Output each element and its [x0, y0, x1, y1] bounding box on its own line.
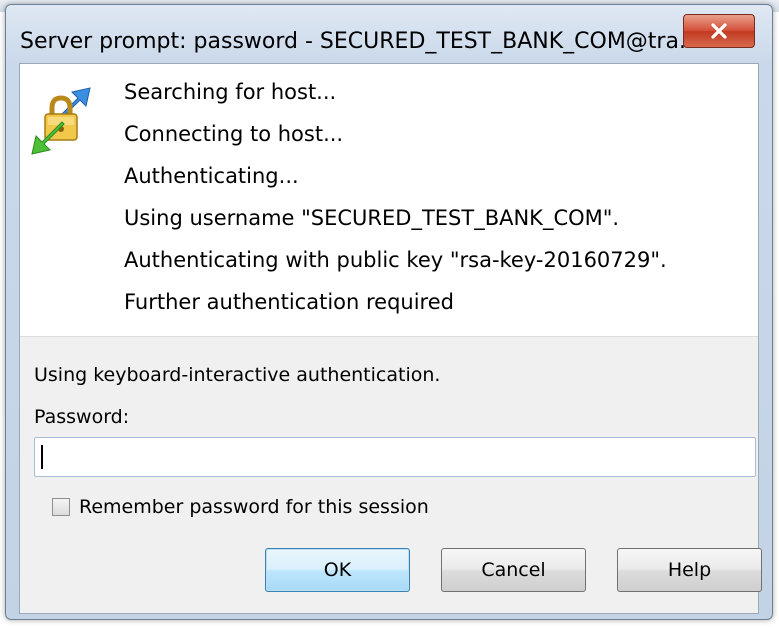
password-input[interactable]: [34, 437, 756, 477]
log-line: Using username "SECURED_TEST_BANK_COM".: [124, 206, 620, 230]
ok-button[interactable]: OK: [265, 548, 410, 592]
log-line: Searching for host...: [124, 80, 337, 104]
dialog-body: Searching for host... Connecting to host…: [19, 63, 762, 614]
password-label: Password:: [34, 406, 130, 428]
log-line: Further authentication required: [124, 290, 454, 314]
secure-transfer-lock-icon: [31, 87, 91, 155]
close-x-icon: [711, 23, 727, 39]
help-button[interactable]: Help: [617, 548, 762, 592]
text-caret: [41, 445, 43, 469]
remember-password-label[interactable]: Remember password for this session: [79, 496, 429, 518]
remember-password-option[interactable]: Remember password for this session: [52, 496, 429, 518]
close-button[interactable]: [683, 14, 755, 48]
connection-log: Searching for host... Connecting to host…: [20, 64, 758, 337]
password-dialog: Server prompt: password - SECURED_TEST_B…: [5, 4, 773, 620]
remember-password-checkbox[interactable]: [52, 498, 70, 516]
log-line: Authenticating...: [124, 164, 299, 188]
cancel-button[interactable]: Cancel: [441, 548, 586, 592]
log-line: Connecting to host...: [124, 122, 344, 146]
log-line: Authenticating with public key "rsa-key-…: [124, 248, 667, 272]
dialog-title: Server prompt: password - SECURED_TEST_B…: [20, 29, 700, 54]
auth-instructions: Using keyboard-interactive authenticatio…: [34, 364, 441, 386]
title-bar[interactable]: Server prompt: password - SECURED_TEST_B…: [6, 5, 772, 69]
